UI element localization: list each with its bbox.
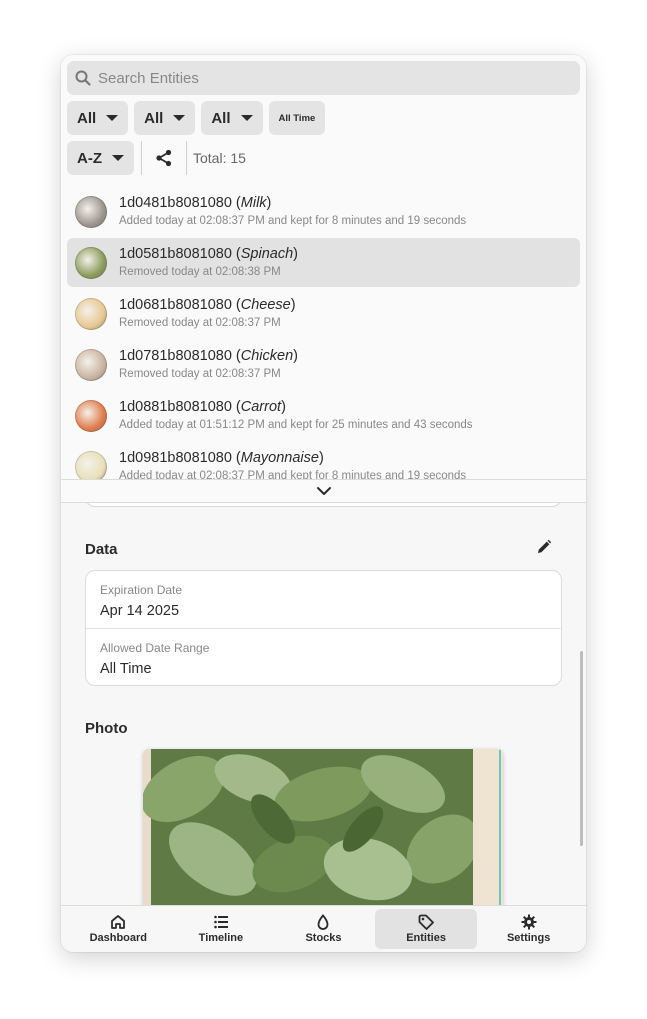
- nav-label: Entities: [406, 932, 446, 944]
- list-icon: [214, 915, 228, 929]
- entity-list-item[interactable]: 1d0781b8081080 (Chicken) Removed today at…: [67, 340, 580, 389]
- entity-id: 1d0981b8081080: [119, 450, 232, 466]
- filter-bar: All All All All Time: [67, 101, 326, 135]
- card-edge: [85, 503, 562, 507]
- entity-list: 1d0481b8081080 (Milk) Added today at 02:0…: [67, 187, 580, 479]
- entity-thumbnail: [75, 399, 107, 432]
- entity-list-panel: Search Entities All All All All Time A-Z: [61, 55, 586, 503]
- chevron-down-icon: [112, 155, 124, 161]
- nav-label: Settings: [506, 932, 551, 944]
- entity-name: Carrot: [240, 399, 282, 415]
- entity-status: Added today at 02:08:37 PM and kept for …: [119, 215, 467, 227]
- entity-name: Mayonnaise: [240, 450, 319, 466]
- entity-list-item[interactable]: 1d0881b8081080 (Carrot) Added today at 01…: [67, 391, 580, 440]
- entity-id: 1d0481b8081080: [119, 195, 232, 211]
- entity-detail-panel: Data Expiration Date Apr 14 2025 Allowed…: [61, 503, 586, 905]
- entity-list-item[interactable]: 1d0481b8081080 (Milk) Added today at 02:0…: [67, 187, 580, 236]
- chevron-down-icon: [240, 115, 253, 121]
- entity-thumbnail: [75, 450, 107, 479]
- filter-dropdown-1[interactable]: All: [67, 101, 129, 135]
- filter-dropdown-2[interactable]: All: [134, 101, 196, 135]
- time-range-label: All Time: [278, 112, 316, 124]
- entity-list-item[interactable]: 1d0581b8081080 (Spinach) Removed today at…: [67, 238, 580, 287]
- entity-thumbnail: [75, 348, 107, 381]
- bottom-navigation: Dashboard Timeline Stocks Entities Setti…: [61, 905, 586, 952]
- total-count: Total: 15: [193, 150, 246, 166]
- entity-name: Milk: [240, 195, 267, 211]
- entity-status: Removed today at 02:08:37 PM: [119, 368, 281, 380]
- entity-thumbnail: [75, 246, 107, 279]
- drop-icon: [318, 914, 329, 930]
- nav-label: Dashboard: [89, 932, 148, 944]
- gear-icon: [521, 914, 537, 930]
- entity-id: 1d0781b8081080: [119, 348, 232, 364]
- entity-status: Removed today at 02:08:37 PM: [119, 317, 281, 329]
- entity-id: 1d0881b8081080: [119, 399, 232, 415]
- entity-list-item[interactable]: 1d0681b8081080 (Cheese) Removed today at …: [67, 289, 580, 338]
- share-button[interactable]: [142, 141, 186, 175]
- entity-status: Added today at 01:51:12 PM and kept for …: [119, 419, 473, 431]
- field-label: Allowed Date Range: [100, 641, 210, 655]
- nav-tab-stocks[interactable]: Stocks: [272, 909, 375, 949]
- entity-title: 1d0781b8081080 (Chicken): [119, 348, 298, 364]
- entity-list-item[interactable]: 1d0981b8081080 (Mayonnaise) Added today a…: [67, 442, 580, 479]
- photo-section-title: Photo: [85, 720, 128, 737]
- field-value: All Time: [100, 661, 152, 677]
- entity-title: 1d0481b8081080 (Milk): [119, 195, 272, 211]
- collapse-toggle[interactable]: [61, 480, 586, 502]
- entity-photo: [143, 749, 503, 905]
- search-placeholder: Search Entities: [98, 69, 199, 87]
- pencil-icon: [538, 539, 552, 553]
- share-icon: [156, 149, 172, 167]
- data-card: Expiration Date Apr 14 2025 Allowed Date…: [85, 570, 562, 686]
- field-label: Expiration Date: [100, 583, 183, 597]
- entity-name: Spinach: [240, 246, 294, 262]
- edit-button[interactable]: [536, 539, 552, 560]
- detail-scrollbar[interactable]: [580, 651, 583, 846]
- entity-title: 1d0681b8081080 (Cheese): [119, 297, 296, 313]
- entity-status: Removed today at 02:08:38 PM: [119, 266, 281, 278]
- search-icon: [75, 70, 91, 86]
- divider: [186, 141, 187, 175]
- entity-thumbnail: [75, 297, 107, 330]
- nav-tab-settings[interactable]: Settings: [477, 909, 580, 949]
- home-icon: [111, 915, 126, 929]
- entity-title: 1d0581b8081080 (Spinach): [119, 246, 299, 262]
- entity-title: 1d0981b8081080 (Mayonnaise): [119, 450, 324, 466]
- filter-label: All: [211, 109, 231, 127]
- expiration-date-field[interactable]: Expiration Date Apr 14 2025: [86, 571, 561, 629]
- entity-name: Cheese: [240, 297, 291, 313]
- entity-status: Added today at 02:08:37 PM and kept for …: [119, 470, 467, 479]
- filter-label: All: [144, 109, 164, 127]
- nav-tab-entities[interactable]: Entities: [374, 909, 478, 949]
- sort-label: A-Z: [77, 149, 102, 167]
- entity-id: 1d0581b8081080: [119, 246, 232, 262]
- sort-row: A-Z Total: 15: [67, 141, 246, 175]
- filter-label: All: [77, 109, 97, 127]
- entity-id: 1d0681b8081080: [119, 297, 232, 313]
- search-input[interactable]: Search Entities: [67, 61, 580, 95]
- data-section-title: Data: [85, 541, 118, 558]
- chevron-down-icon: [106, 115, 119, 121]
- tag-icon: [418, 914, 434, 930]
- allowed-date-range-field[interactable]: Allowed Date Range All Time: [86, 628, 561, 685]
- app-window: Search Entities All All All All Time A-Z: [61, 55, 586, 952]
- entity-thumbnail: [75, 195, 107, 228]
- nav-tab-timeline[interactable]: Timeline: [170, 909, 273, 949]
- nav-label: Timeline: [198, 932, 244, 944]
- entity-name: Chicken: [240, 348, 294, 364]
- chevron-down-icon: [173, 115, 186, 121]
- time-range-button[interactable]: All Time: [268, 101, 326, 135]
- entity-title: 1d0881b8081080 (Carrot): [119, 399, 286, 415]
- filter-dropdown-3[interactable]: All: [201, 101, 263, 135]
- sort-dropdown[interactable]: A-Z: [67, 141, 134, 175]
- field-value: Apr 14 2025: [100, 603, 180, 619]
- nav-label: Stocks: [305, 932, 342, 944]
- chevron-down-icon: [316, 487, 331, 495]
- nav-tab-dashboard[interactable]: Dashboard: [67, 909, 170, 949]
